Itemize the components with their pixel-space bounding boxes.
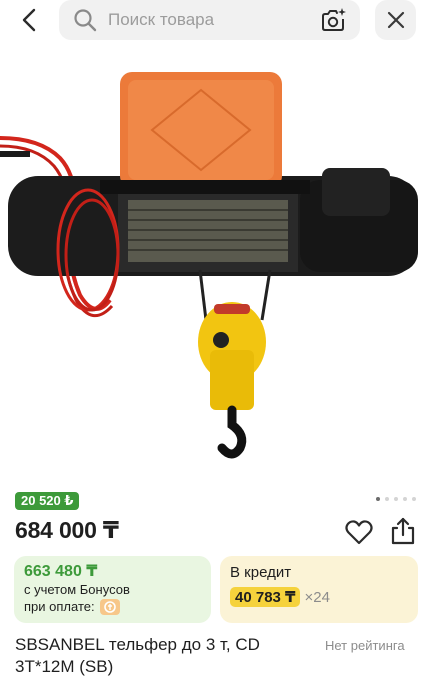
share-icon[interactable] xyxy=(388,516,418,546)
search-placeholder: Поиск товара xyxy=(108,10,215,29)
bonus-note-line2: при оплате: xyxy=(24,599,95,614)
bonus-note-line1: с учетом Бонусов xyxy=(24,582,130,597)
credit-card[interactable]: В кредит 40 783 ₸ ×24 xyxy=(220,556,418,623)
top-bar: Поиск товара xyxy=(0,0,435,42)
search-input[interactable]: Поиск товара xyxy=(59,0,360,40)
close-icon xyxy=(387,11,404,29)
bonus-price: 663 480 ₸ xyxy=(24,563,98,580)
pagination-dot[interactable] xyxy=(394,497,398,501)
pagination-dot[interactable] xyxy=(376,497,380,501)
product-price: 684 000 ₸ xyxy=(15,517,119,543)
camera-sparkle-icon[interactable] xyxy=(320,7,348,33)
rating-status[interactable]: Нет рейтинга xyxy=(325,638,405,653)
gallery-pagination xyxy=(376,497,416,501)
product-title: SBSANBEL тельфер до 3 т, CD 3T*12M (SB) xyxy=(15,635,260,676)
bonus-amount: 20 520 ₺ xyxy=(21,493,74,508)
credit-term: ×24 xyxy=(304,588,330,606)
pagination-dot[interactable] xyxy=(412,497,416,501)
heart-icon[interactable] xyxy=(344,518,374,546)
back-button[interactable] xyxy=(14,4,46,36)
credit-title: В кредит xyxy=(230,564,292,581)
bonus-icon xyxy=(99,598,120,615)
search-icon xyxy=(74,9,97,32)
back-arrow-icon xyxy=(22,8,36,32)
credit-monthly-payment: 40 783 ₸ xyxy=(230,587,301,607)
pagination-dot[interactable] xyxy=(385,497,389,501)
product-image[interactable] xyxy=(0,50,435,480)
bonus-badge: 20 520 ₺ xyxy=(15,492,80,510)
bonus-price-card[interactable]: 663 480 ₸ с учетом Бонусов при оплате: xyxy=(14,556,211,623)
pagination-dot[interactable] xyxy=(403,497,407,501)
hoist-illustration xyxy=(0,72,418,459)
close-button[interactable] xyxy=(375,0,416,40)
